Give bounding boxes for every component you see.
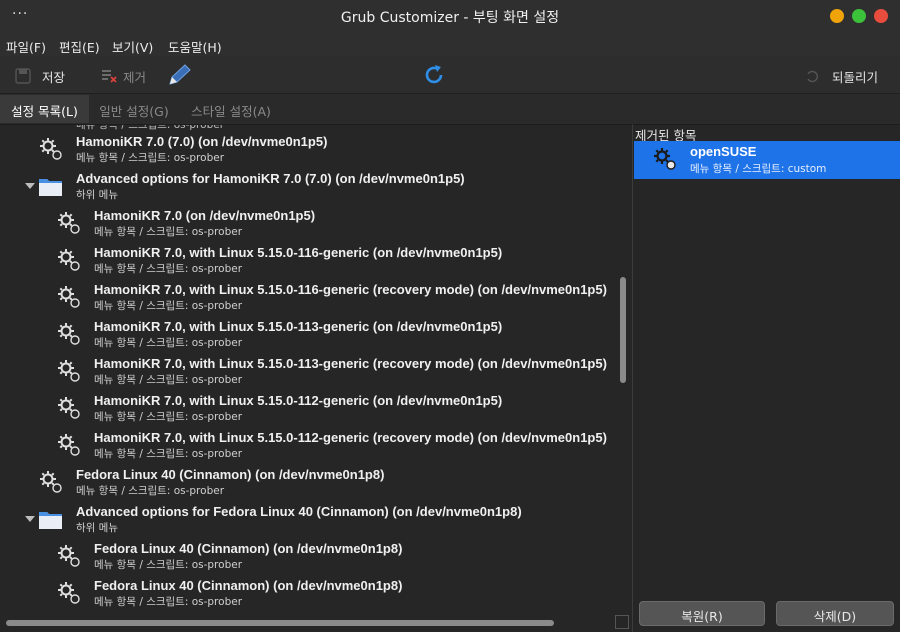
tab-style[interactable]: 스타일 설정(A) [179,95,283,123]
entry-name: HamoniKR 7.0, with Linux 5.15.0-116-gene… [94,245,503,260]
entry-desc: 메뉴 항목 / 스크립트: os-prober [94,411,243,423]
entry-name: Fedora Linux 40 (Cinnamon) (on /dev/nvme… [76,467,385,482]
entry-name: HamoniKR 7.0, with Linux 5.15.0-116-gene… [94,282,607,297]
entry-desc: 메뉴 항목 / 스크립트: os-prober [94,448,243,460]
expander-arrow-icon[interactable] [25,516,35,522]
list-item[interactable]: Fedora Linux 40 (Cinnamon) (on /dev/nvme… [0,465,620,502]
entry-name: Advanced options for Fedora Linux 40 (Ci… [76,504,522,519]
minimize-button[interactable] [830,9,844,23]
entry-name: HamoniKR 7.0, with Linux 5.15.0-112-gene… [94,430,607,445]
entry-desc: 메뉴 항목 / 스크립트: os-prober [94,596,243,608]
entry-name: HamoniKR 7.0 (on /dev/nvme0n1p5) [94,208,316,223]
gear-icon [58,397,80,419]
gear-icon [58,323,80,345]
entry-desc: 메뉴 항목 / 스크립트: os-prober [94,374,243,386]
scroll-corner [615,615,629,629]
list-item[interactable]: HamoniKR 7.0, with Linux 5.15.0-116-gene… [0,243,620,280]
gear-icon [58,249,80,271]
entry-desc: 메뉴 항목 / 스크립트: os-prober [76,124,225,131]
entry-desc: 메뉴 항목 / 스크립트: os-prober [94,559,243,571]
entry-desc: 메뉴 항목 / 스크립트: os-prober [94,226,243,238]
save-icon [15,68,31,84]
entry-desc: 하위 메뉴 [76,189,118,201]
list-item[interactable]: HamoniKR 7.0, with Linux 5.15.0-112-gene… [0,391,620,428]
gear-icon [58,434,80,456]
list-item[interactable]: Fedora Linux 40 (Cinnamon) (on /dev/nvme… [0,576,620,613]
list-item[interactable]: HamoniKR 7.0, with Linux 5.15.0-112-gene… [0,428,620,465]
list-item[interactable]: HamoniKR 7.0, with Linux 5.15.0-113-gene… [0,317,620,354]
title-bar: ··· Grub Customizer - 부팅 화면 설정 [0,0,900,32]
expander-arrow-icon[interactable] [25,183,35,189]
tab-list[interactable]: 설정 목록(L) [0,95,89,123]
removed-item[interactable]: openSUSE 메뉴 항목 / 스크립트: custom [634,141,900,179]
removed-item-desc: 메뉴 항목 / 스크립트: custom [690,163,827,175]
maximize-button[interactable] [852,9,866,23]
gear-icon [58,360,80,382]
entry-name: Fedora Linux 40 (Cinnamon) (on /dev/nvme… [94,541,403,556]
gear-icon [654,148,676,170]
entry-name: HamoniKR 7.0, with Linux 5.15.0-112-gene… [94,393,503,408]
entry-desc: 메뉴 항목 / 스크립트: os-prober [94,337,243,349]
save-label: 저장 [42,70,66,85]
gear-icon [58,212,80,234]
submenu-row[interactable]: Advanced options for HamoniKR 7.0 (7.0) … [0,169,620,206]
entry-name: HamoniKR 7.0, with Linux 5.15.0-113-gene… [94,319,503,334]
gear-icon [58,582,80,604]
horizontal-scrollbar[interactable] [6,620,554,626]
vertical-scrollbar[interactable] [620,277,626,383]
entry-desc: 메뉴 항목 / 스크립트: os-prober [94,263,243,275]
list-item[interactable]: HamoniKR 7.0 (7.0) (on /dev/nvme0n1p5) 메뉴… [0,132,620,169]
entry-list: 메뉴 항목 / 스크립트: os-prober HamoniKR 7.0 (7.… [0,124,632,632]
menu-help[interactable]: 도움말(H) [168,37,222,56]
menu-edit[interactable]: 편집(E) [59,37,100,56]
menu-view[interactable]: 보기(V) [112,37,153,56]
list-item[interactable]: HamoniKR 7.0, with Linux 5.15.0-116-gene… [0,280,620,317]
entry-name: Advanced options for HamoniKR 7.0 (7.0) … [76,171,465,186]
restore-button[interactable]: 복원(R) [639,601,765,626]
entry-desc: 메뉴 항목 / 스크립트: os-prober [76,152,225,164]
remove-button[interactable]: 제거 [96,60,156,90]
delete-button[interactable]: 삭제(D) [776,601,894,626]
removed-panel: 제거된 항목 openSUSE 메뉴 항목 / 스크립트: custom 복원(… [632,124,900,632]
entry-name: Fedora Linux 40 (Cinnamon) (on /dev/nvme… [94,578,403,593]
gear-icon [40,471,62,493]
close-button[interactable] [874,9,888,23]
list-item[interactable]: Fedora Linux 40 (Cinnamon) (on /dev/nvme… [0,539,620,576]
gear-icon [40,138,62,160]
removed-item-name: openSUSE [690,144,757,159]
menu-file[interactable]: 파일(F) [6,37,46,56]
save-button[interactable]: 저장 [10,60,72,90]
list-item[interactable]: HamoniKR 7.0 (on /dev/nvme0n1p5) 메뉴 항목 / … [0,206,620,243]
entry-name: HamoniKR 7.0, with Linux 5.15.0-113-gene… [94,356,607,371]
remove-label: 제거 [123,70,147,85]
entry-desc: 메뉴 항목 / 스크립트: os-prober [76,485,225,497]
revert-icon [807,70,818,83]
menu-bar: 파일(F) 편집(E) 보기(V) 도움말(H) [0,32,900,56]
toolbar: 저장 제거 되돌리기 [0,56,900,94]
revert-button[interactable]: 되돌리기 [800,60,894,90]
folder-icon [39,179,62,196]
tab-general[interactable]: 일반 설정(G) [89,95,179,123]
entry-desc: 하위 메뉴 [76,522,118,534]
submenu-row[interactable]: Advanced options for Fedora Linux 40 (Ci… [0,502,620,539]
tab-bar: 설정 목록(L) 일반 설정(G) 스타일 설정(A) [0,95,900,123]
gear-icon [58,286,80,308]
edit-pencil-icon[interactable] [166,62,194,88]
refresh-icon[interactable] [422,63,446,87]
remove-icon [102,70,117,83]
entry-desc: 메뉴 항목 / 스크립트: os-prober [94,300,243,312]
folder-icon [39,512,62,529]
gear-icon [58,545,80,567]
revert-label: 되돌리기 [832,70,879,85]
list-item[interactable]: HamoniKR 7.0, with Linux 5.15.0-113-gene… [0,354,620,391]
entry-name: HamoniKR 7.0 (7.0) (on /dev/nvme0n1p5) [76,134,328,149]
window-title: Grub Customizer - 부팅 화면 설정 [340,10,560,26]
